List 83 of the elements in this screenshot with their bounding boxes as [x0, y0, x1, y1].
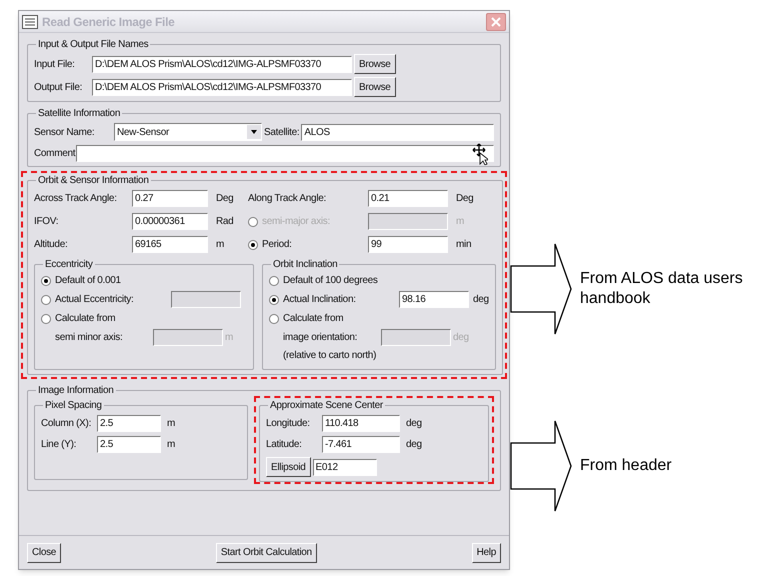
field-label: Actual Eccentricity:: [55, 293, 134, 307]
input-field[interactable]: 2.5: [97, 436, 161, 453]
unit-label: m: [166, 417, 176, 431]
field-label: Along Track Angle:: [248, 192, 327, 206]
cursor-icon: [472, 143, 488, 165]
help-button[interactable]: Help: [472, 542, 501, 562]
radio-button[interactable]: [269, 294, 279, 304]
close-icon: [491, 16, 501, 26]
field-label: Column (X):: [41, 417, 92, 431]
group-title: Image Information: [37, 384, 114, 398]
field-label: Default of 100 degrees: [283, 274, 379, 288]
field-label: Sensor Name:: [34, 126, 96, 140]
input-field[interactable]: 0.00000361: [132, 213, 208, 230]
app-icon: [22, 14, 38, 28]
field-label: Line (Y):: [41, 438, 78, 452]
arrow-icon: [510, 420, 572, 512]
input-field[interactable]: [76, 145, 494, 162]
field-label: Default of 0.001: [55, 274, 122, 288]
ellipsoid-button[interactable]: Ellipsoid: [266, 457, 311, 477]
radio-button[interactable]: [269, 276, 279, 286]
group-title: Satellite Information: [37, 107, 122, 121]
field-label: Latitude:: [266, 438, 303, 452]
group-title: Orbit & Sensor Information: [37, 174, 150, 188]
field-label: Altitude:: [34, 238, 68, 252]
radio-button[interactable]: [41, 276, 51, 286]
unit-label: m: [225, 331, 234, 345]
unit-label: min: [455, 238, 472, 252]
unit-label: m: [166, 438, 176, 452]
input-field[interactable]: D:\DEM ALOS Prism\ALOS\cd12\IMG-ALPSMF03370: [92, 56, 352, 72]
note-text: (relative to carto north): [283, 350, 376, 361]
radio-button[interactable]: [248, 240, 258, 250]
input-field[interactable]: D:\DEM ALOS Prism\ALOS\cd12\IMG-ALPSMF03370: [92, 78, 352, 96]
annotation-text: From ALOS data users handbook: [580, 269, 744, 309]
browse-button[interactable]: Browse: [354, 54, 396, 74]
field-label: Across Track Angle:: [34, 192, 118, 206]
input-field[interactable]: 69165: [132, 236, 208, 253]
field-label: Period:: [261, 238, 293, 252]
field-label: Comment:: [34, 147, 74, 161]
input-field[interactable]: 0.27: [132, 190, 208, 207]
radio-button[interactable]: [41, 294, 51, 304]
group-title: Input & Output File Names: [37, 38, 150, 52]
field-label: Calculate from: [283, 312, 344, 326]
group-title: Eccentricity: [44, 258, 94, 272]
field-label: Input File:: [34, 58, 76, 72]
group-title: Pixel Spacing: [44, 399, 103, 413]
unit-label: m: [215, 238, 226, 252]
window-title: Read Generic Image File: [42, 14, 176, 30]
start-button[interactable]: Start Orbit Calculation: [216, 542, 317, 562]
field-label: semi-major axis:: [261, 215, 331, 229]
field-label: Actual Inclination:: [283, 293, 357, 307]
input-field[interactable]: E012: [312, 458, 377, 476]
input-field[interactable]: ALOS: [301, 124, 494, 140]
field-label: IFOV:: [34, 215, 60, 229]
unit-label: deg: [453, 331, 469, 345]
group-title: Orbit Inclination: [272, 258, 338, 272]
unit-label: Deg: [215, 192, 234, 206]
sensor-dropdown[interactable]: New-Sensor: [114, 123, 262, 141]
close-button[interactable]: [486, 12, 506, 30]
field-label: image orientation:: [283, 331, 358, 345]
unit-label: deg: [405, 438, 422, 452]
browse-button[interactable]: Browse: [354, 77, 396, 97]
field-label: Calculate from: [55, 312, 116, 326]
radio-button[interactable]: [269, 314, 279, 324]
field-label: Satellite:: [264, 126, 300, 140]
field-label: semi minor axis:: [55, 331, 124, 345]
annotation-text: From header: [580, 456, 673, 476]
input-field[interactable]: 2.5: [97, 415, 161, 432]
input-field[interactable]: 110.418: [322, 415, 400, 432]
input-field[interactable]: -7.461: [322, 436, 400, 453]
radio-button[interactable]: [41, 314, 51, 324]
field-label: Longitude:: [266, 417, 311, 431]
group-title: Approximate Scene Center: [269, 399, 384, 413]
arrow-icon: [510, 243, 572, 335]
field-label: Output File:: [34, 80, 84, 94]
unit-label: deg: [473, 293, 489, 307]
input-field[interactable]: 99: [368, 236, 448, 253]
unit-label: deg: [405, 417, 422, 431]
input-field[interactable]: 98.16: [399, 291, 469, 308]
unit-label: Rad: [215, 215, 234, 229]
unit-label: m: [455, 215, 464, 229]
input-field[interactable]: 0.21: [368, 190, 448, 207]
close-text-button[interactable]: Close: [27, 542, 62, 562]
unit-label: Deg: [455, 192, 474, 206]
